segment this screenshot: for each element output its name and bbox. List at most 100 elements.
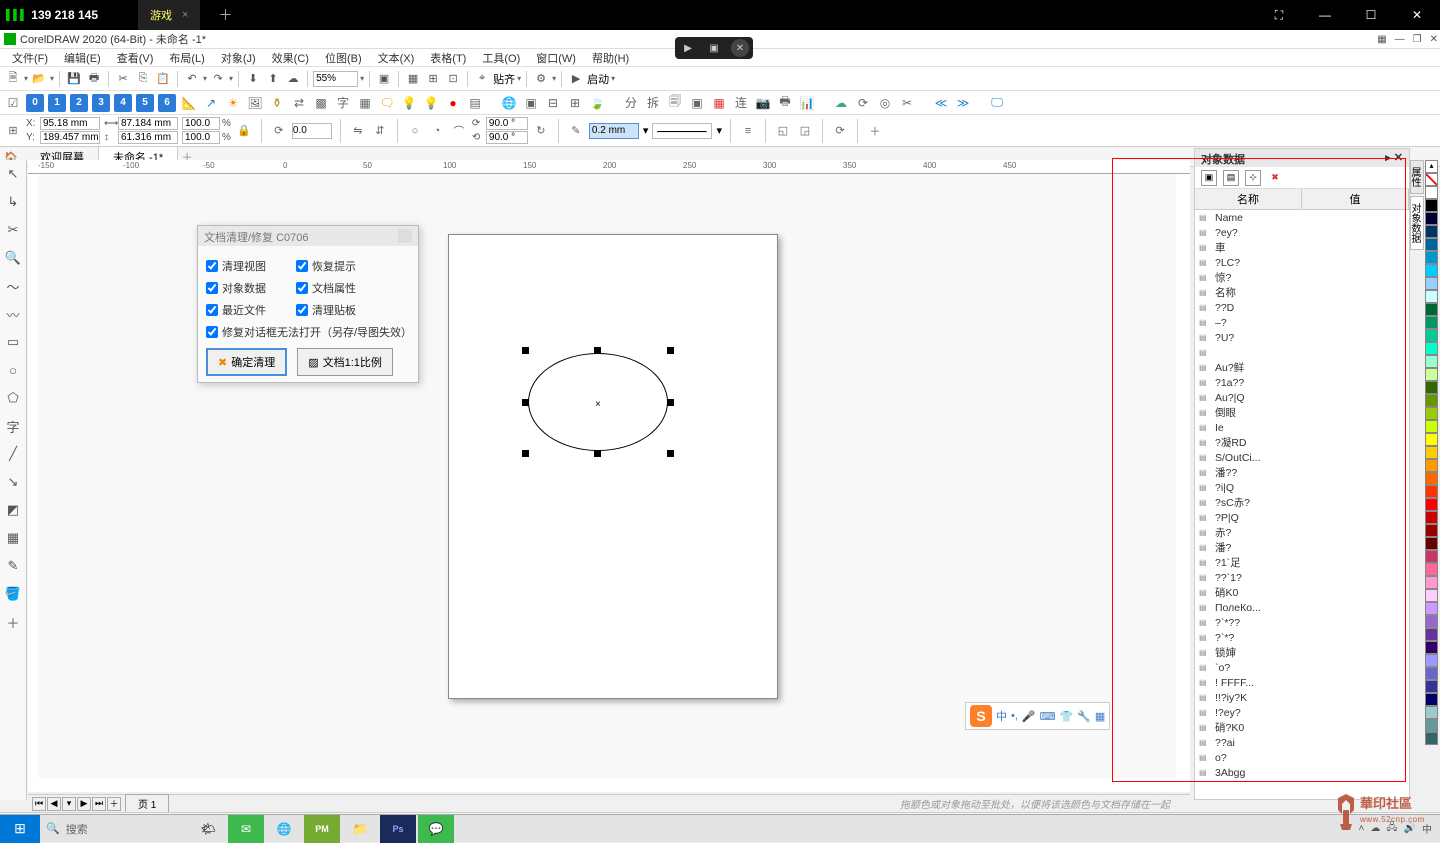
app-close-icon[interactable]: ✕ [1430, 34, 1438, 45]
next-icon[interactable]: ≫ [954, 94, 972, 112]
direction-icon[interactable]: ↻ [532, 122, 550, 140]
rec-camera-icon[interactable]: ▣ [705, 39, 723, 57]
ratio-button[interactable]: ▨文档1:1比例 [297, 348, 393, 376]
data-row[interactable]: ▤??ai [1195, 735, 1409, 750]
taskbar-search[interactable]: 🔍 搜索 [40, 817, 180, 841]
break-icon[interactable]: 拆 [644, 94, 662, 112]
crop-icon[interactable]: ▣ [522, 94, 540, 112]
menu-tools[interactable]: 工具(O) [474, 50, 528, 66]
macro-0[interactable]: 0 [26, 94, 44, 112]
data-row[interactable]: ▤倒眼 [1195, 405, 1409, 420]
ime-grid-icon[interactable]: ▦ [1095, 710, 1105, 723]
close-window-icon[interactable]: ✕ [1394, 0, 1440, 30]
swap-icon[interactable]: ⇄ [290, 94, 308, 112]
chk-clipboard[interactable] [296, 304, 308, 316]
line-style-select[interactable] [652, 123, 712, 139]
text-icon[interactable]: 字 [334, 94, 352, 112]
wrap-text-icon[interactable]: ≡ [739, 122, 757, 140]
color-swatch[interactable] [1425, 277, 1438, 290]
color-swatch[interactable] [1425, 615, 1438, 628]
data-row[interactable]: ▤–? [1195, 315, 1409, 330]
cloud-icon[interactable]: ☁ [832, 94, 850, 112]
color-swatch[interactable] [1425, 498, 1438, 511]
color-swatch[interactable] [1425, 537, 1438, 550]
color-swatch[interactable] [1425, 706, 1438, 719]
menu-edit[interactable]: 编辑(E) [56, 50, 109, 66]
app-minimize-icon[interactable]: — [1395, 34, 1405, 45]
shadow-tool[interactable]: ◩ [3, 500, 23, 520]
target-icon[interactable]: ◎ [876, 94, 894, 112]
menu-layout[interactable]: 布局(L) [161, 50, 212, 66]
start-button[interactable]: ⊞ [0, 815, 40, 843]
color-swatch[interactable] [1425, 641, 1438, 654]
color-swatch[interactable] [1425, 433, 1438, 446]
color-swatch[interactable] [1425, 186, 1438, 199]
data-row[interactable]: ▤?sC赤? [1195, 495, 1409, 510]
data-row[interactable]: ▤ [1195, 345, 1409, 360]
pie-icon[interactable]: ◔ [428, 122, 446, 140]
data-row[interactable]: ▤?`*? [1195, 630, 1409, 645]
position-icon[interactable]: ⊞ [4, 122, 22, 140]
cleanup-dialog[interactable]: 文档清理/修复 C0706 清理视图 恢复提示 对象数据 文档属性 最近文件 清… [197, 225, 419, 383]
print-icon[interactable]: 🖶 [85, 70, 103, 88]
color-swatch[interactable] [1425, 199, 1438, 212]
color-swatch[interactable] [1425, 459, 1438, 472]
docker-view1-icon[interactable]: ▣ [1201, 170, 1217, 186]
ellipse-tool[interactable]: ○ [3, 360, 23, 380]
data-row[interactable]: ▤`o? [1195, 660, 1409, 675]
sy-input[interactable] [182, 131, 220, 144]
color-swatch[interactable] [1425, 550, 1438, 563]
macro-4[interactable]: 4 [114, 94, 132, 112]
add-icon[interactable]: ＋ [866, 122, 884, 140]
picture-icon[interactable]: 🖼 [246, 94, 264, 112]
color-swatch[interactable] [1425, 303, 1438, 316]
save-icon[interactable]: 💾 [65, 70, 83, 88]
data-row[interactable]: ▤!?ey? [1195, 705, 1409, 720]
data-row[interactable]: ▤?1a?? [1195, 375, 1409, 390]
zoom-input[interactable] [313, 71, 358, 87]
color-swatch[interactable] [1425, 576, 1438, 589]
redo-icon[interactable]: ↷ [209, 70, 227, 88]
artistic-tool[interactable]: 〰 [3, 304, 23, 324]
color-swatch[interactable] [1425, 238, 1438, 251]
app-restore-icon[interactable]: ❐ [1413, 34, 1422, 45]
macro-3[interactable]: 3 [92, 94, 110, 112]
data-row[interactable]: ▤名称 [1195, 285, 1409, 300]
circle-red-icon[interactable]: ● [444, 94, 462, 112]
shape-tool[interactable]: ↳ [3, 192, 23, 212]
add-tool[interactable]: ＋ [3, 612, 23, 632]
grid2-icon[interactable]: ▦ [356, 94, 374, 112]
screen-icon[interactable]: 🖵 [988, 94, 1006, 112]
macro-5[interactable]: 5 [136, 94, 154, 112]
bulb-icon[interactable]: 💡 [400, 94, 418, 112]
prev-icon[interactable]: ≪ [932, 94, 950, 112]
options-icon[interactable]: ⚙ [532, 70, 550, 88]
back-icon[interactable]: ◲ [796, 122, 814, 140]
data-row[interactable]: ▤?U? [1195, 330, 1409, 345]
color-swatch[interactable] [1425, 420, 1438, 433]
page-prev-icon[interactable]: ◀ [47, 797, 61, 811]
data-row[interactable]: ▤硝?K0 [1195, 720, 1409, 735]
chk-repair[interactable] [206, 326, 218, 338]
data-row[interactable]: ▤Name [1195, 210, 1409, 225]
quick-customize-icon[interactable]: ▦ [1377, 34, 1386, 45]
data-row[interactable]: ▤?P|Q [1195, 510, 1409, 525]
menu-object[interactable]: 对象(J) [213, 50, 264, 66]
angle1-input[interactable] [486, 117, 528, 130]
rotation-input[interactable] [292, 123, 332, 139]
chk-docprop[interactable] [296, 282, 308, 294]
connector-tool[interactable]: ↘ [3, 472, 23, 492]
macro-2[interactable]: 2 [70, 94, 88, 112]
color-swatch[interactable] [1425, 589, 1438, 602]
docker-view2-icon[interactable]: ▤ [1223, 170, 1239, 186]
data-row[interactable]: ▤3Abgg [1195, 765, 1409, 780]
menu-help[interactable]: 帮助(H) [584, 50, 637, 66]
note-icon[interactable]: 🗨 [378, 94, 396, 112]
distribute-icon[interactable]: ⊞ [566, 94, 584, 112]
color-swatch[interactable] [1425, 355, 1438, 368]
launch-label[interactable]: 启动 [587, 71, 609, 87]
chk-hint[interactable] [296, 260, 308, 272]
app-wechat2[interactable]: 💬 [418, 815, 454, 843]
toggle-icon[interactable]: ☑ [4, 94, 22, 112]
mirror-h-icon[interactable]: ⇋ [349, 122, 367, 140]
